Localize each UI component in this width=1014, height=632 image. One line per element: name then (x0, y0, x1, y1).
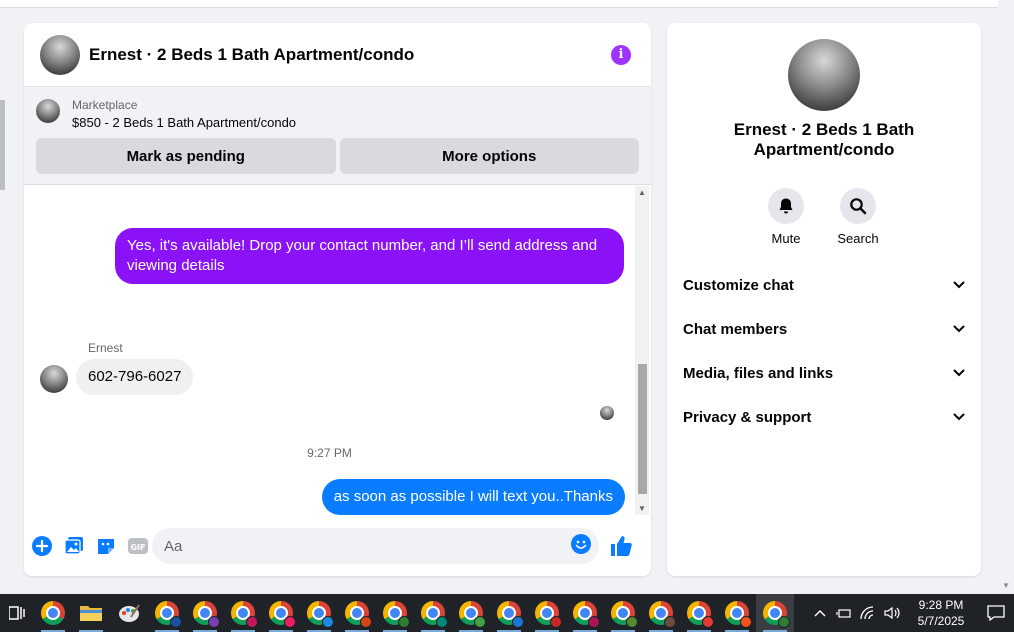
thumbs-up-icon[interactable] (609, 534, 633, 558)
chat-title[interactable]: Ernest · 2 Beds 1 Bath Apartment/condo (89, 45, 611, 65)
section-label: Privacy & support (683, 408, 812, 426)
read-receipt-avatar (600, 406, 614, 420)
message-scrollbar[interactable]: ▲ ▼ (635, 186, 649, 515)
chrome-profile-icon[interactable] (528, 594, 566, 632)
info-title: Ernest · 2 Beds 1 Bath Apartment/condo (733, 120, 915, 159)
mark-pending-button[interactable]: Mark as pending (36, 138, 336, 174)
scroll-thumb[interactable] (638, 364, 647, 494)
message-input[interactable] (164, 537, 571, 555)
top-bar-edge (0, 0, 998, 8)
section-label: Chat members (683, 320, 788, 338)
incoming-message[interactable]: 602-796-6027 (76, 359, 194, 395)
chevron-down-icon[interactable] (953, 276, 965, 294)
conversation-info-panel: Ernest · 2 Beds 1 Bath Apartment/condo M… (667, 23, 981, 576)
media-files-links-section[interactable]: Media, files and links (675, 351, 973, 395)
sender-name: Ernest (88, 341, 123, 355)
chrome-profile-icon[interactable] (148, 594, 186, 632)
windows-taskbar: 9:28 PM 5/7/2025 (0, 594, 1014, 632)
clock-time: 9:28 PM (918, 598, 964, 612)
chrome-profile-icon[interactable] (718, 594, 756, 632)
privacy-support-section[interactable]: Privacy & support (675, 395, 973, 439)
clock-date: 5/7/2025 (917, 614, 965, 628)
chrome-profile-icon[interactable] (566, 594, 604, 632)
chrome-profile-icon[interactable] (452, 594, 490, 632)
svg-text:GIF: GIF (130, 543, 145, 552)
chrome-profile-icon[interactable] (262, 594, 300, 632)
outgoing-message[interactable]: as soon as possible I will text you..Tha… (321, 479, 625, 515)
listing-title[interactable]: $850 - 2 Beds 1 Bath Apartment/condo (72, 113, 296, 133)
plus-icon[interactable] (32, 536, 52, 556)
listing-thumbnail[interactable] (36, 99, 60, 123)
outgoing-message[interactable]: Yes, it's available! Drop your contact n… (115, 228, 624, 284)
chat-avatar[interactable] (40, 34, 80, 75)
left-panel-edge (0, 100, 5, 190)
chrome-profile-icon[interactable] (680, 594, 718, 632)
info-icon[interactable]: i (611, 44, 631, 65)
chrome-profile-icon[interactable] (490, 594, 528, 632)
search-button[interactable]: Search (828, 188, 888, 246)
volume-icon[interactable] (880, 594, 904, 632)
scroll-up-icon[interactable]: ▲ (638, 188, 646, 197)
chevron-up-icon[interactable] (808, 594, 832, 632)
marketplace-banner: Marketplace $850 - 2 Beds 1 Bath Apartme… (24, 87, 651, 185)
chrome-profile-icon[interactable] (338, 594, 376, 632)
chrome-taskbar-icon[interactable] (34, 594, 72, 632)
message-list: Yes, it's available! Drop your contact n… (24, 186, 651, 515)
message-timestamp: 9:27 PM (307, 446, 352, 460)
chevron-down-icon[interactable] (953, 364, 965, 382)
mute-button[interactable]: Mute (756, 188, 816, 246)
mute-label: Mute (771, 231, 801, 246)
chrome-profile-icon[interactable] (414, 594, 452, 632)
chat-members-section[interactable]: Chat members (675, 307, 973, 351)
notification-icon[interactable] (978, 594, 1014, 632)
chevron-down-icon[interactable] (953, 320, 965, 338)
customize-chat-section[interactable]: Customize chat (675, 263, 973, 307)
emoji-icon[interactable] (571, 533, 591, 559)
chat-panel: Ernest · 2 Beds 1 Bath Apartment/condo i… (24, 23, 651, 576)
battery-icon[interactable] (832, 594, 856, 632)
bell-icon[interactable] (768, 188, 804, 224)
composer: GIF (24, 528, 651, 564)
chrome-profile-icon[interactable] (604, 594, 642, 632)
chrome-profile-icon[interactable] (300, 594, 338, 632)
wifi-icon[interactable] (856, 594, 880, 632)
more-options-button[interactable]: More options (339, 138, 639, 174)
chat-header: Ernest · 2 Beds 1 Bath Apartment/condo i (24, 23, 651, 87)
sticker-icon[interactable] (96, 536, 116, 556)
system-clock[interactable]: 9:28 PM 5/7/2025 (908, 597, 974, 629)
paint-icon[interactable] (110, 594, 148, 632)
search-icon[interactable] (840, 188, 876, 224)
sender-avatar[interactable] (40, 365, 68, 393)
scroll-down-icon[interactable]: ▼ (638, 504, 646, 513)
task-view-icon[interactable] (0, 594, 34, 632)
page-scrollbar[interactable]: ▼ (998, 0, 1014, 594)
chrome-profile-icon[interactable] (224, 594, 262, 632)
section-label: Media, files and links (683, 364, 834, 382)
profile-avatar[interactable] (788, 39, 860, 111)
system-tray: 9:28 PM 5/7/2025 (808, 594, 1014, 632)
chrome-profile-icon[interactable] (376, 594, 414, 632)
file-explorer-icon[interactable] (72, 594, 110, 632)
search-label: Search (837, 231, 879, 246)
marketplace-label: Marketplace (72, 98, 138, 112)
chevron-down-icon[interactable] (953, 408, 965, 426)
message-input-container[interactable] (152, 528, 599, 564)
gif-icon[interactable]: GIF (128, 536, 148, 556)
section-label: Customize chat (683, 276, 794, 294)
chrome-profile-icon[interactable] (186, 594, 224, 632)
chrome-profile-icon[interactable] (642, 594, 680, 632)
chrome-profile-icon-active[interactable] (756, 594, 794, 632)
photo-icon[interactable] (64, 536, 84, 556)
